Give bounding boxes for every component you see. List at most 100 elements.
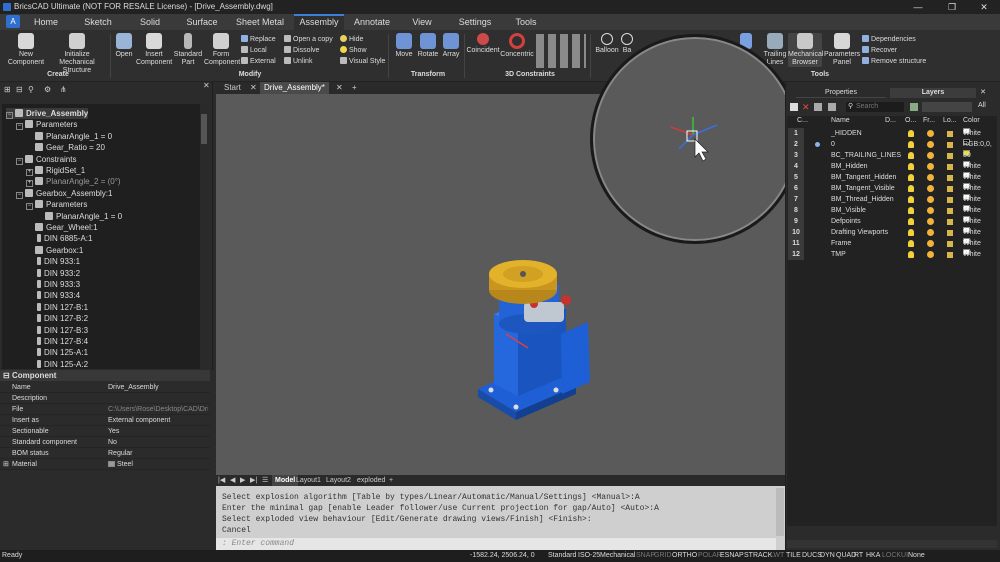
lock-icon[interactable] [947, 230, 953, 236]
tree-toggle-icon[interactable]: − [16, 157, 23, 165]
tree-node[interactable]: DIN 125-A:1 [26, 347, 88, 358]
lock-icon[interactable] [947, 175, 953, 181]
dissolve-button[interactable]: Dissolve [284, 46, 319, 55]
sun-icon[interactable] [927, 174, 934, 181]
tree-settings-icon[interactable]: ⚙ [44, 85, 54, 95]
layer-row[interactable]: 5 BM_Tangent_Hidden White [787, 172, 997, 183]
tree-node[interactable]: − Drive_Assembly [6, 108, 89, 119]
sun-icon[interactable] [927, 141, 934, 148]
new-component-button[interactable]: New Component [6, 33, 46, 67]
sun-icon[interactable] [927, 185, 934, 192]
col-freeze[interactable]: Fr... [923, 116, 935, 126]
tree-node[interactable]: + RigidSet_1 [26, 165, 85, 176]
bulb-icon[interactable] [908, 174, 914, 181]
tab-model[interactable]: Model [272, 475, 299, 486]
all-filter[interactable]: All [978, 102, 986, 109]
tree-node[interactable]: Gear_Ratio = 20 [26, 142, 105, 153]
move-button[interactable]: Move [392, 33, 416, 59]
minimize-button[interactable]: — [904, 0, 932, 14]
property-row[interactable]: BOM status Regular [0, 448, 210, 459]
tab-start[interactable]: Start [220, 82, 245, 94]
property-row[interactable]: File C:\Users\Rose\Desktop\CAD\Drive [0, 404, 210, 415]
tree-node[interactable]: DIN 933:1 [26, 256, 80, 267]
layer-row[interactable]: 6 BM_Tangent_Visible White [787, 183, 997, 194]
lock-icon[interactable] [947, 241, 953, 247]
status-toggle-standard[interactable]: Standard [548, 551, 576, 561]
tab-surface[interactable]: Surface [180, 14, 224, 30]
status-toggle-dyn[interactable]: DYN [820, 551, 835, 561]
external-button[interactable]: External [241, 57, 276, 66]
standard-part-button[interactable]: Standard Part [172, 33, 204, 67]
tree-node[interactable]: Gear_Wheel:1 [26, 222, 98, 233]
status-toggle-ortho[interactable]: ORTHO [672, 551, 697, 561]
status-toggle-lwt[interactable]: LWT [770, 551, 784, 561]
status-toggle-tile[interactable]: TILE [786, 551, 801, 561]
bulb-icon[interactable] [908, 218, 914, 225]
hide-button[interactable]: Hide [340, 35, 363, 44]
lock-icon[interactable] [947, 153, 953, 159]
tab-close-icon[interactable]: ✕ [332, 82, 347, 94]
bulb-icon[interactable] [908, 207, 914, 214]
layer-filter-select[interactable] [922, 102, 972, 112]
col-description[interactable]: D... [885, 116, 896, 126]
property-row[interactable]: ⊞ Material Steel [0, 459, 210, 470]
layer-row[interactable]: 9 Defpoints White [787, 216, 997, 227]
tab-tools[interactable]: Tools [508, 14, 544, 30]
tree-node[interactable]: − Parameters [16, 119, 77, 131]
layer-row[interactable]: 4 BM_Hidden White [787, 161, 997, 172]
status-toggle-hka[interactable]: HKA [866, 551, 880, 561]
tree-node[interactable]: − Constraints [16, 154, 76, 165]
layer-row[interactable]: 1 _HIDDEN White [787, 128, 997, 139]
layer-hscrollbar[interactable] [787, 540, 997, 548]
open-a-copy-button[interactable]: Open a copy [284, 35, 333, 44]
tree-scrollbar[interactable] [200, 104, 208, 369]
tree-node[interactable]: DIN 933:2 [26, 268, 80, 279]
tab-layout2[interactable]: Layout2 [326, 475, 351, 486]
status-toggle-esnap[interactable]: ESNAP [720, 551, 744, 561]
tab-layout1[interactable]: Layout1 [296, 475, 321, 486]
tree-node[interactable]: Gearbox:1 [26, 245, 83, 256]
col-lock[interactable]: Lo... [943, 116, 957, 126]
tree-node[interactable]: DIN 125-A:2 [26, 359, 88, 369]
status-toggle-none[interactable]: None [908, 551, 925, 561]
panel-close-icon[interactable]: ✕ [203, 81, 213, 91]
tree-node[interactable]: PlanarAngle_1 = 0 [26, 131, 112, 142]
tree-node[interactable]: − Gearbox_Assembly:1 [16, 188, 112, 199]
filter-icon[interactable] [910, 103, 918, 111]
property-row[interactable]: Standard component No [0, 437, 210, 448]
tree-node[interactable]: DIN 127-B:4 [26, 336, 88, 347]
command-input[interactable]: : Enter command [216, 538, 776, 550]
tab-annotate[interactable]: Annotate [348, 14, 396, 30]
visual-style-button[interactable]: Visual Style [340, 57, 385, 66]
property-row[interactable]: Insert as External component [0, 415, 210, 426]
tree-node[interactable]: DIN 127-B:3 [26, 325, 88, 336]
layer-row[interactable]: 10 Drafting Viewports White [787, 227, 997, 238]
property-row[interactable]: Sectionable Yes [0, 426, 210, 437]
bulb-icon[interactable] [908, 240, 914, 247]
add-layout-button[interactable]: + [389, 475, 393, 486]
app-menu-button[interactable]: A [6, 15, 20, 28]
status-toggle-strack[interactable]: STRACK [744, 551, 772, 561]
lock-icon[interactable] [947, 252, 953, 258]
new-tab-button[interactable]: + [348, 82, 361, 94]
next-layout-icon[interactable]: ▶ [240, 475, 245, 486]
lock-icon[interactable] [947, 197, 953, 203]
close-button[interactable]: ✕ [970, 0, 998, 14]
tree-node[interactable]: DIN 127-B:2 [26, 313, 88, 324]
layer-row[interactable]: 2 0 RGB:0,0, [787, 139, 997, 150]
recover-button[interactable]: Recover [862, 46, 897, 55]
sun-icon[interactable] [927, 163, 934, 170]
tab-sheet-metal[interactable]: Sheet Metal [232, 14, 288, 30]
sun-icon[interactable] [927, 152, 934, 159]
bulb-icon[interactable] [908, 251, 914, 258]
tab-drive-assembly[interactable]: Drive_Assembly* [260, 82, 329, 94]
tree-toggle-icon[interactable]: − [26, 203, 33, 211]
sun-icon[interactable] [927, 207, 934, 214]
col-name[interactable]: Name [831, 116, 850, 126]
status-toggle-polar[interactable]: POLAR [698, 551, 722, 561]
lock-icon[interactable] [947, 208, 953, 214]
sun-icon[interactable] [927, 130, 934, 137]
status-toggle-grid[interactable]: GRID [654, 551, 672, 561]
tree-filter-icon[interactable]: ⚲ [28, 85, 38, 95]
layer-row[interactable]: 8 BM_Visible White [787, 205, 997, 216]
